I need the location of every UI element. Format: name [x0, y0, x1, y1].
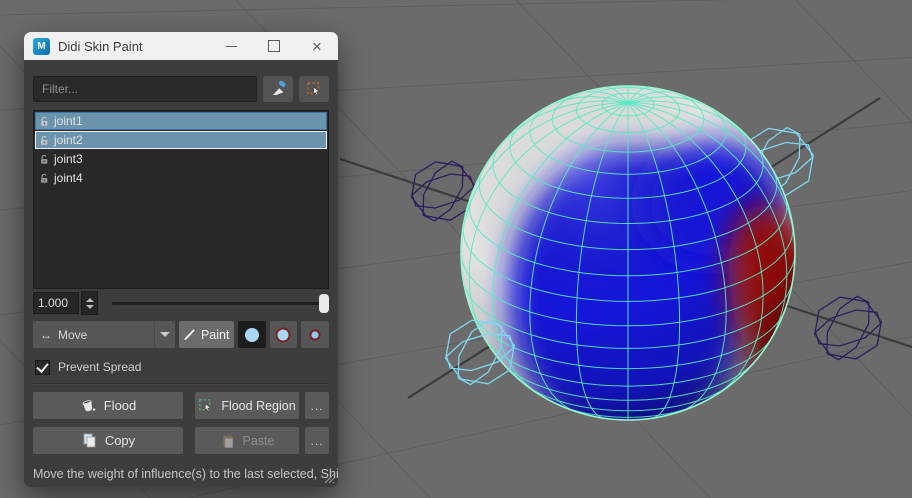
copy-button-label: Copy	[104, 433, 136, 448]
maximize-button[interactable]	[266, 38, 282, 54]
pencil-icon	[184, 329, 195, 340]
open-padlock-icon	[39, 173, 50, 184]
paint-button[interactable]: Paint	[178, 321, 234, 348]
joint-label: joint2	[54, 133, 83, 147]
copy-more-button[interactable]: ...	[305, 427, 329, 454]
copy-button[interactable]: Copy	[33, 427, 183, 454]
influence-list: joint1 joint2 joint3 joint4	[33, 110, 329, 289]
brush-profile-solid[interactable]	[237, 321, 266, 348]
joint-label: joint1	[54, 114, 83, 128]
paint-brush-icon	[272, 80, 286, 95]
flood-button-label: Flood	[103, 398, 137, 413]
paint-button-label: Paint	[200, 327, 230, 342]
brush-profile-soft[interactable]	[269, 321, 298, 348]
joint-label: joint4	[54, 171, 83, 185]
mode-dropdown-value: Move	[58, 327, 88, 342]
status-text: Move the weight of influence(s) to the l…	[33, 467, 338, 481]
prevent-spread-checkbox[interactable]	[35, 359, 50, 375]
joint-label: joint3	[54, 152, 83, 166]
copy-pages-icon	[83, 433, 96, 448]
paste-button[interactable]: Paste	[195, 427, 299, 454]
ring-circle-icon	[275, 327, 291, 342]
stepper-down-icon	[85, 304, 94, 309]
maximize-icon	[268, 40, 280, 52]
minimize-icon	[225, 45, 237, 47]
paint-bucket-icon	[82, 400, 95, 412]
open-padlock-icon	[39, 135, 50, 146]
clipboard-icon	[222, 434, 233, 448]
marquee-cursor-icon	[306, 81, 320, 95]
window-title: Didi Skin Paint	[58, 38, 143, 54]
close-icon: ×	[312, 36, 322, 56]
dot-circle-icon	[309, 328, 321, 341]
weight-slider[interactable]	[112, 293, 329, 313]
title-bar[interactable]: M Didi Skin Paint ×	[24, 32, 338, 60]
left-right-arrow-icon: ↔	[40, 327, 52, 342]
flood-more-button[interactable]: ...	[305, 392, 329, 419]
close-button[interactable]: ×	[309, 36, 325, 56]
chevron-down-icon	[159, 332, 170, 337]
mode-dropdown-arrow[interactable]	[153, 321, 175, 348]
weight-stepper[interactable]	[81, 291, 98, 315]
marquee-cursor-icon	[199, 398, 212, 412]
weight-value-field[interactable]	[33, 292, 79, 314]
list-item-joint2[interactable]: joint2	[35, 131, 327, 149]
resize-grip[interactable]	[322, 471, 335, 484]
list-item-joint1[interactable]: joint1	[35, 112, 327, 130]
paint-select-button[interactable]	[263, 76, 293, 102]
flood-button[interactable]: Flood	[33, 392, 183, 419]
skin-paint-window: M Didi Skin Paint × joint1	[24, 32, 338, 487]
paste-button-label: Paste	[242, 433, 275, 448]
mode-dropdown[interactable]: ↔ Move	[33, 321, 175, 348]
prevent-spread-label: Prevent Spread	[58, 360, 142, 374]
brush-profile-gaussian[interactable]	[301, 321, 330, 348]
stepper-up-icon	[85, 297, 94, 302]
region-select-button[interactable]	[299, 76, 329, 102]
list-item-joint4[interactable]: joint4	[35, 169, 327, 187]
maya-app-icon: M	[33, 37, 50, 55]
minimize-button[interactable]	[223, 38, 239, 54]
section-divider	[33, 383, 329, 384]
status-bar: Move the weight of influence(s) to the l…	[24, 461, 338, 487]
weight-slider-handle[interactable]	[319, 293, 329, 313]
filter-input[interactable]	[33, 76, 257, 102]
open-padlock-icon	[39, 116, 50, 127]
solid-circle-icon	[244, 327, 259, 342]
flood-region-button[interactable]: Flood Region	[195, 392, 299, 419]
flood-region-label: Flood Region	[221, 398, 296, 413]
list-item-joint3[interactable]: joint3	[35, 150, 327, 168]
open-padlock-icon	[39, 154, 50, 165]
